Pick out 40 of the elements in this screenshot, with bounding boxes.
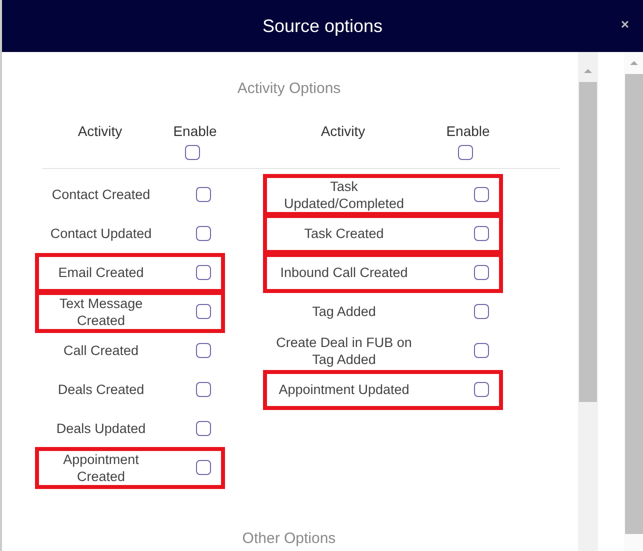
checkbox[interactable] (196, 421, 211, 436)
activity-label: Appointment Created (62, 450, 140, 484)
column-header: Activity (320, 123, 366, 141)
activity-label: Deals Created (56, 381, 146, 398)
scrollbar[interactable] (624, 52, 643, 551)
column-header: Enable (173, 123, 217, 139)
checkbox[interactable] (474, 226, 489, 241)
checkbox[interactable] (474, 265, 489, 280)
close-button[interactable]: × (618, 16, 631, 32)
activity-label: Inbound Call Created (279, 264, 409, 281)
section-title: Activity Options (236, 80, 342, 97)
activity-label: Contact Created (50, 186, 152, 203)
activity-label: Contact Updated (49, 225, 153, 242)
activity-label: Create Deal in FUB on Tag Added (275, 334, 413, 368)
activity-label: Task Created (303, 225, 385, 242)
activity-label: Tag Added (311, 303, 377, 320)
checkbox[interactable] (196, 460, 211, 475)
checkbox[interactable] (196, 265, 211, 280)
checkbox[interactable] (458, 145, 472, 160)
activity-label: Deals Updated (55, 420, 147, 437)
checkbox[interactable] (184, 145, 200, 160)
checkbox[interactable] (474, 343, 489, 358)
scrollbar[interactable] (578, 52, 598, 551)
column-header: Activity (76, 123, 124, 141)
window-title: Source options (262, 16, 383, 36)
activity-label: Appointment Updated (278, 381, 410, 398)
activity-label: Text Message Created (58, 294, 144, 328)
activity-label: Task Updated/Completed (282, 178, 406, 212)
activity-label: Call Created (62, 342, 140, 359)
checkbox[interactable] (196, 187, 211, 202)
checkbox[interactable] (196, 304, 211, 319)
checkbox[interactable] (474, 382, 489, 397)
activity-label: Email Created (57, 264, 145, 281)
checkbox[interactable] (474, 187, 489, 202)
section-title: Other Options (241, 530, 337, 547)
checkbox[interactable] (196, 226, 211, 241)
column-header: Enable (446, 123, 490, 139)
checkbox[interactable] (196, 382, 211, 397)
checkbox[interactable] (474, 304, 489, 319)
checkbox[interactable] (196, 343, 211, 358)
